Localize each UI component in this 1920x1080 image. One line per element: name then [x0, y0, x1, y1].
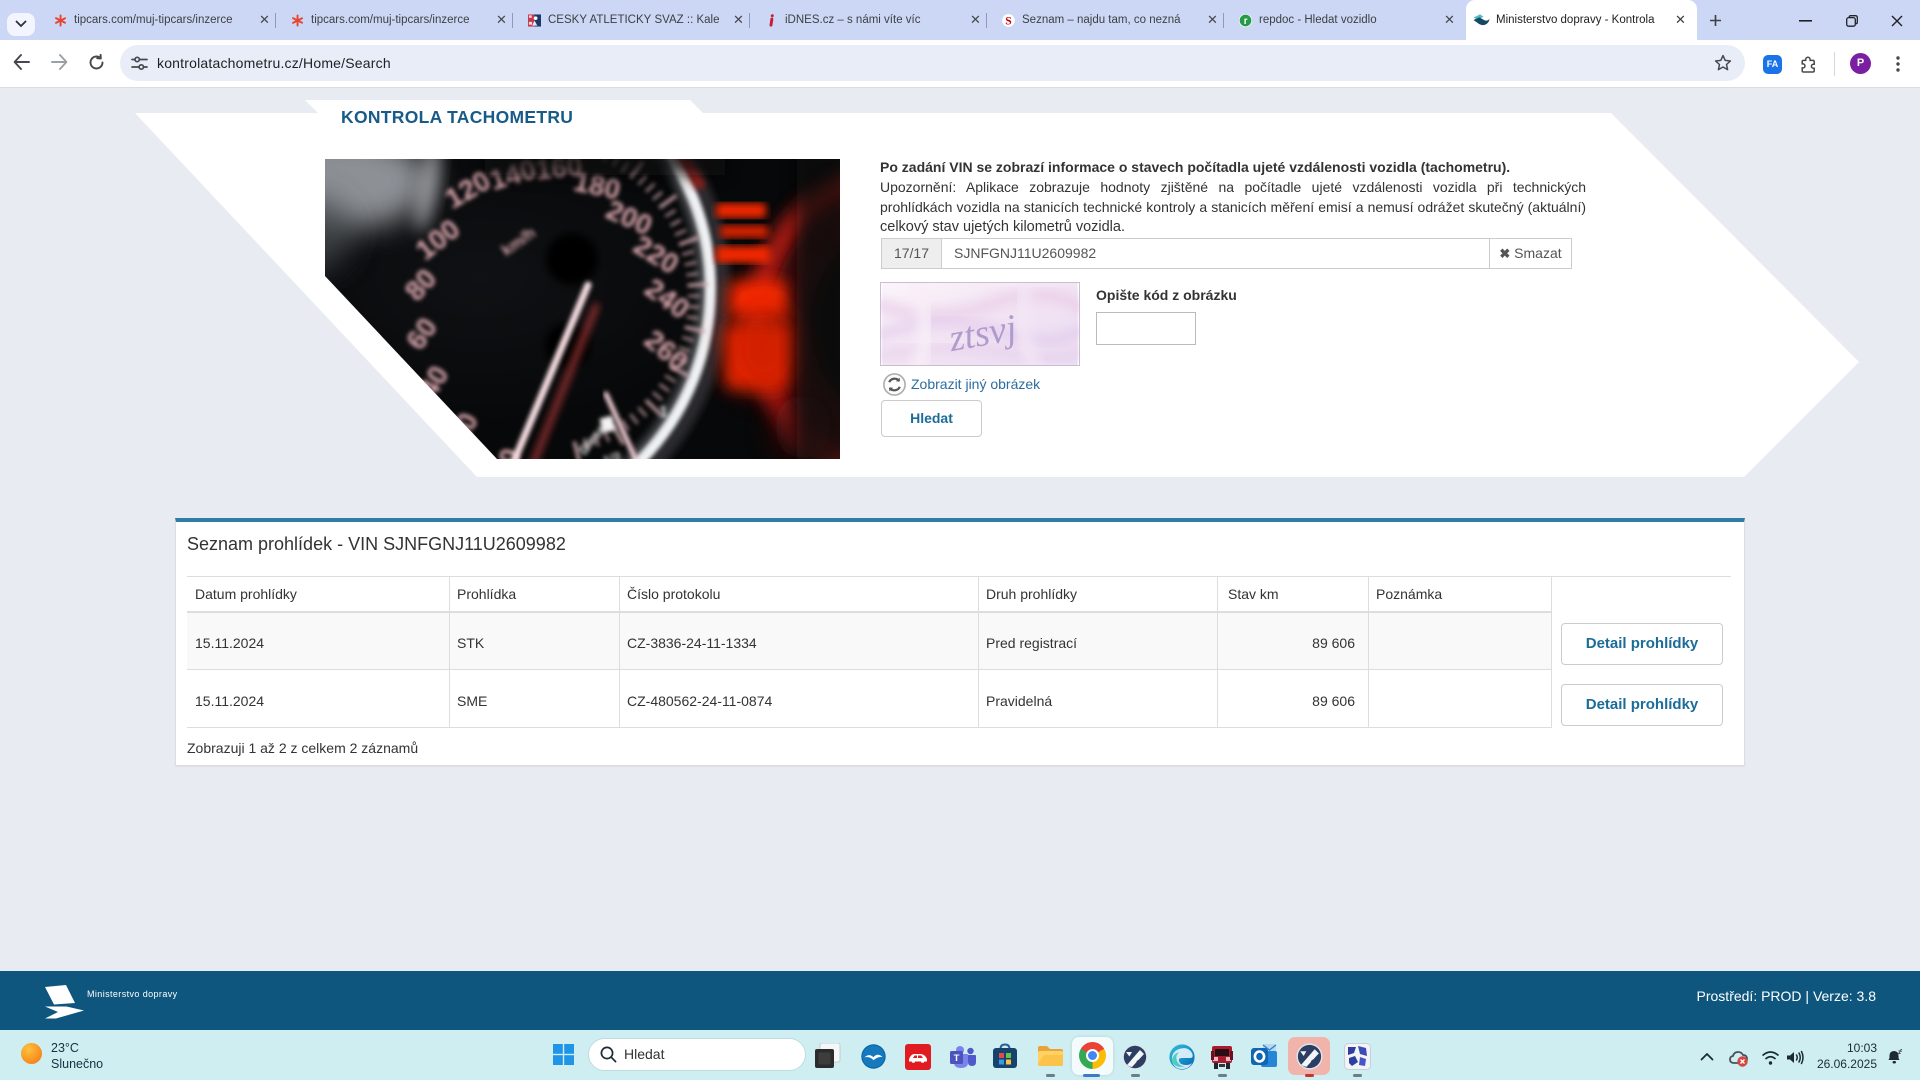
- svg-text:1: 1: [659, 404, 668, 421]
- svg-text:r: r: [1244, 16, 1248, 27]
- svg-text:z: z: [1900, 1048, 1903, 1053]
- svg-text:S: S: [1005, 14, 1011, 27]
- svg-text:T: T: [954, 1053, 960, 1064]
